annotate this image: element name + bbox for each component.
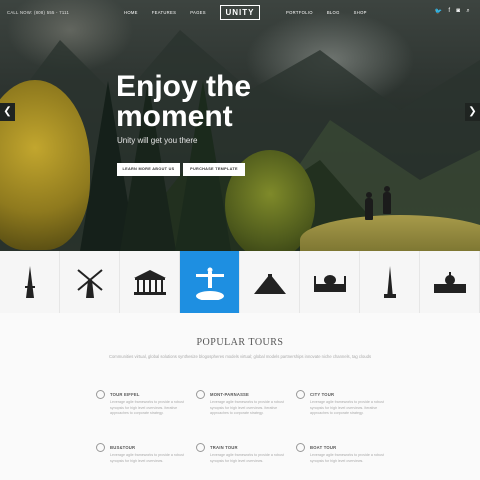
search-icon[interactable]: ⌕ — [466, 8, 470, 15]
nav-home[interactable]: HOME — [124, 10, 138, 15]
hero-subtitle: Unity will get you there — [117, 136, 198, 145]
landmark-tab-eiffel[interactable] — [0, 251, 60, 313]
hiker-figure — [383, 186, 391, 214]
nav-pages[interactable]: PAGES — [190, 10, 206, 15]
tour-name: TOUR EIFFEL — [110, 392, 140, 397]
hiker-figure — [365, 192, 373, 220]
tour-text: Leverage agile frameworks to provide a r… — [210, 453, 284, 463]
wifi-icon — [296, 390, 305, 399]
pyramid-icon — [253, 274, 286, 294]
twitter-icon[interactable]: 🐦 — [435, 8, 443, 15]
tour-text: Leverage agile frameworks to provide a r… — [210, 400, 284, 415]
nav-features[interactable]: FEATURES — [152, 10, 176, 15]
landmark-tab-parthenon[interactable] — [120, 251, 180, 313]
nav-blog[interactable]: BLOG — [327, 10, 340, 15]
tour-name: BOAT TOUR — [310, 445, 337, 450]
tour-name: BUS&TOUR — [110, 445, 136, 450]
hero-title-line2: moment — [116, 100, 233, 133]
tour-name: TRAIN TOUR — [210, 445, 238, 450]
landmark-tab-capitol[interactable] — [420, 251, 480, 313]
instagram-icon[interactable]: ◙ — [456, 8, 460, 15]
call-now-text: CALL NOW: (808) 555 - 7111 — [7, 10, 70, 15]
megaphone-icon — [196, 390, 205, 399]
social-links: 🐦 f ◙ ⌕ — [435, 8, 470, 15]
slider-prev-arrow-icon[interactable]: ❮ — [0, 103, 15, 121]
tour-name: CITY TOUR — [310, 392, 335, 397]
taj-mahal-icon — [313, 275, 346, 292]
landmark-tab-christ[interactable] — [180, 251, 240, 313]
hero-section: CALL NOW: (808) 555 - 7111 HOME FEATURES… — [0, 0, 480, 251]
hero-title: Enjoy the moment — [116, 72, 316, 132]
eiffel-tower-icon — [24, 266, 35, 298]
tour-text: Leverage agile frameworks to provide a r… — [110, 400, 184, 415]
nav-portfolio[interactable]: PORTFOLIO — [286, 10, 313, 15]
hero-title-line1: Enjoy the — [116, 70, 252, 103]
top-navigation-bar: CALL NOW: (808) 555 - 7111 HOME FEATURES… — [0, 0, 480, 26]
parthenon-icon — [133, 270, 166, 295]
tour-text: Leverage agile frameworks to provide a r… — [110, 453, 184, 463]
landmark-tab-burj[interactable] — [360, 251, 420, 313]
purchase-template-button[interactable]: PURCHASE TEMPLATE — [183, 163, 245, 176]
logo[interactable]: UNITY — [220, 5, 260, 20]
section-description: Communities virtual, global solutions sy… — [108, 354, 372, 359]
main-nav-left: HOME FEATURES PAGES — [124, 10, 206, 15]
globe-icon — [196, 443, 205, 452]
clock-icon — [96, 390, 105, 399]
sun-icon — [96, 443, 105, 452]
tour-text: Leverage agile frameworks to provide a r… — [310, 453, 384, 463]
capitol-icon — [433, 272, 466, 293]
tour-text: Leverage agile frameworks to provide a r… — [310, 400, 384, 415]
tour-name: MONT-PARNASSE — [210, 392, 250, 397]
main-nav-right: PORTFOLIO BLOG SHOP — [286, 10, 367, 15]
slider-next-arrow-icon[interactable]: ❯ — [465, 103, 480, 121]
windmill-icon — [76, 269, 103, 298]
landmark-tab-taj[interactable] — [300, 251, 360, 313]
facebook-icon[interactable]: f — [448, 8, 450, 15]
popular-tours-section: POPULAR TOURS Communities virtual, globa… — [0, 313, 480, 480]
landmark-tab-windmill[interactable] — [60, 251, 120, 313]
landmark-strip — [0, 251, 480, 313]
christ-redeemer-icon — [195, 267, 224, 300]
nav-shop[interactable]: SHOP — [354, 10, 367, 15]
landmark-tab-pyramid[interactable] — [240, 251, 300, 313]
learn-more-button[interactable]: LEARN MORE ABOUT US — [117, 163, 180, 176]
section-title: POPULAR TOURS — [196, 337, 284, 348]
tag-icon — [296, 443, 305, 452]
burj-khalifa-icon — [383, 266, 396, 298]
